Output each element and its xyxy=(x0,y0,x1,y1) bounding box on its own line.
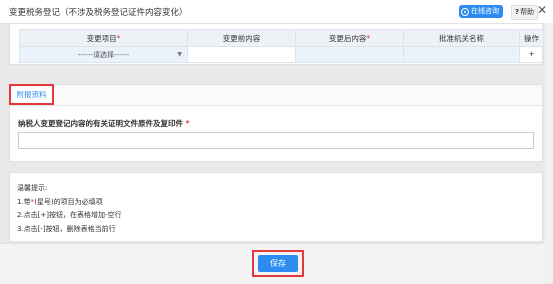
change-item-select-value: ------请选择------ xyxy=(77,50,130,59)
help-label: 帮助 xyxy=(520,8,535,16)
tab-attachments[interactable]: 附报资料 xyxy=(9,84,54,105)
save-button[interactable]: 保存 xyxy=(258,255,298,272)
close-icon[interactable]: ✕ xyxy=(537,3,547,17)
change-items-table: 变更项目* 变更前内容 变更后内容* 批准机关名称 操作 ------请选择--… xyxy=(19,29,544,63)
proof-documents-field[interactable] xyxy=(18,132,534,149)
tip-line-3: 3.点击[-]按钮，删除表格当前行 xyxy=(17,224,116,233)
title-bar: 变更税务登记（不涉及税务登记证件内容变化） 在线咨询 ?帮助 ✕ xyxy=(0,0,553,24)
required-mark: * xyxy=(116,33,121,43)
help-icon: ? xyxy=(515,8,520,16)
authority-name-input[interactable] xyxy=(403,46,520,63)
tips-title: 温馨提示: xyxy=(17,184,48,192)
change-items-panel: 变更项目* 变更前内容 变更后内容* 批准机关名称 操作 ------请选择--… xyxy=(9,24,544,65)
proof-documents-label: 纳税人变更登记内容的有关证明文件原件及复印件 * xyxy=(18,119,190,128)
chevron-down-icon: ▼ xyxy=(177,51,182,58)
attachments-header xyxy=(10,85,542,106)
tips-text: 温馨提示: 1.带*(星号)的项目为必填项 2.点击[+]按钮，在表格增加-空行… xyxy=(17,182,122,236)
add-row-button[interactable]: + xyxy=(519,46,544,63)
after-content-input[interactable] xyxy=(295,46,404,63)
column-header-authority: 批准机关名称 xyxy=(403,29,520,47)
table-header-row: 变更项目* 变更前内容 变更后内容* 批准机关名称 操作 xyxy=(19,29,544,47)
online-consult-label: 在线咨询 xyxy=(471,7,499,15)
chat-icon xyxy=(461,7,469,16)
required-mark: * xyxy=(185,119,190,128)
window-title: 变更税务登记（不涉及税务登记证件内容变化） xyxy=(9,8,188,18)
online-consult-button[interactable]: 在线咨询 xyxy=(459,5,503,18)
table-row: ------请选择------ ▼ + xyxy=(19,46,544,63)
column-header-after: 变更后内容* xyxy=(295,29,404,47)
help-button[interactable]: ?帮助 xyxy=(511,5,539,20)
column-header-before: 变更前内容 xyxy=(187,29,296,47)
before-content-input[interactable] xyxy=(187,46,296,63)
attachments-panel: 附报资料 纳税人变更登记内容的有关证明文件原件及复印件 * xyxy=(9,84,543,162)
tips-panel: 温馨提示: 1.带*(星号)的项目为必填项 2.点击[+]按钮，在表格增加-空行… xyxy=(9,172,543,242)
tip-line-2: 2.点击[+]按钮，在表格增加-空行 xyxy=(17,211,122,219)
column-header-change-item: 变更项目* xyxy=(19,29,188,47)
required-mark: * xyxy=(366,33,371,43)
vertical-scrollbar[interactable] xyxy=(545,23,553,283)
change-item-select[interactable]: ------请选择------ ▼ xyxy=(19,46,188,63)
column-header-operation: 操作 xyxy=(519,29,544,47)
tip-line-1: 1.带*(星号)的项目为必填项 xyxy=(17,197,103,206)
